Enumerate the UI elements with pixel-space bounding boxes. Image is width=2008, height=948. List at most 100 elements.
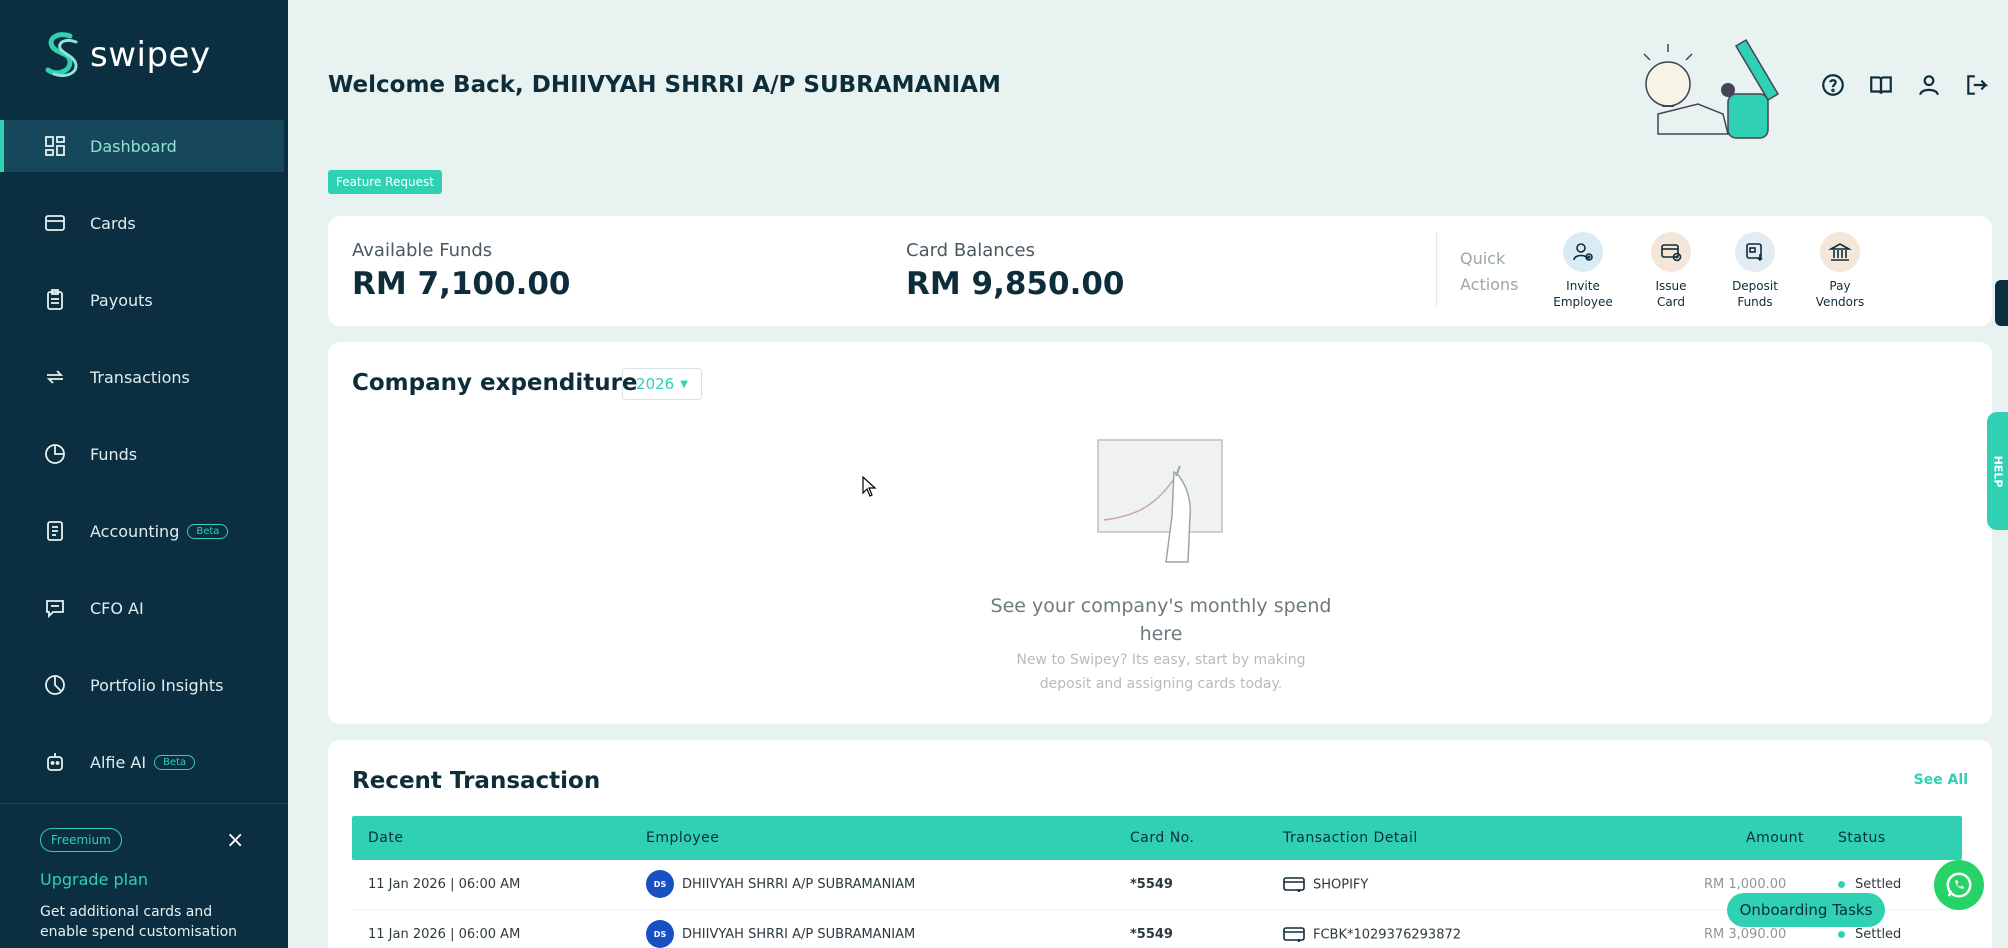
available-funds-label: Available Funds (352, 240, 493, 261)
employee-name: DHIIVYAH SHRRI A/P SUBRAMANIAM (682, 927, 916, 942)
transaction-detail: FCBK*1029376293872 (1283, 927, 1461, 943)
quick-actions-divider (1436, 232, 1437, 308)
table-row[interactable]: 11 Jan 2026 | 06:00 AM DS DHIIVYAH SHRRI… (352, 860, 1962, 910)
sidebar-item-cfo-ai[interactable]: CFO AI (0, 582, 288, 634)
plan-badge: Freemium (40, 828, 122, 852)
column-header-status[interactable]: Status (1838, 830, 1886, 846)
quick-action-label-line: Invite (1566, 279, 1600, 293)
table-header: Date Employee Card No. Transaction Detai… (352, 816, 1962, 860)
transaction-amount: RM 1,000.00 (1704, 877, 1787, 892)
onboarding-tasks-button[interactable]: Onboarding Tasks (1727, 893, 1885, 927)
empty-state-title: See your company's monthly spend here (990, 595, 1332, 645)
help-icon[interactable] (1820, 72, 1846, 98)
close-upgrade-button[interactable]: × (226, 828, 244, 853)
status-text: Settled (1855, 877, 1902, 892)
pie-icon (42, 672, 68, 698)
year-select[interactable]: 2026 ▼ (622, 368, 702, 400)
sidebar-item-label: Funds (90, 444, 138, 464)
header-actions (1820, 72, 1990, 98)
sidebar-item-label: Payouts (90, 290, 153, 310)
sidebar-item-payouts[interactable]: Payouts (0, 274, 288, 326)
year-value: 2026 (636, 375, 675, 393)
avatar: DS (646, 870, 674, 898)
table-row[interactable]: 11 Jan 2026 | 06:00 AM DS DHIIVYAH SHRRI… (352, 910, 1962, 948)
deposit-funds-button[interactable]: Deposit Funds (1710, 232, 1800, 310)
column-header-detail[interactable]: Transaction Detail (1283, 830, 1418, 846)
sidebar-item-label: CFO AI (90, 598, 144, 618)
transaction-date: 11 Jan 2026 | 06:00 AM (368, 877, 521, 892)
card-number: *5549 (1130, 877, 1173, 892)
sidebar-item-alfie-ai[interactable]: Alfie AI Beta (0, 736, 288, 788)
chat-icon (42, 595, 68, 621)
chevron-down-icon: ▼ (680, 378, 688, 390)
quick-action-label-line: Card (1656, 295, 1686, 309)
robot-icon (42, 749, 68, 775)
book-icon[interactable] (1868, 72, 1894, 98)
transaction-date: 11 Jan 2026 | 06:00 AM (368, 927, 521, 942)
sidebar-item-label: Alfie AI (90, 752, 147, 772)
status-badge: Settled (1838, 927, 1901, 942)
sidebar: swipey Dashboard Cards Payouts Transacti… (0, 0, 288, 948)
card-balances-label: Card Balances (906, 240, 1035, 261)
column-header-amount[interactable]: Amount (1746, 830, 1804, 846)
quick-actions-label-line: Actions (1460, 275, 1519, 294)
transaction-detail: SHOPIFY (1283, 877, 1368, 893)
sidebar-item-transactions[interactable]: Transactions (0, 351, 288, 403)
help-tab[interactable]: HELP (1987, 412, 2008, 530)
upgrade-plan-link[interactable]: Upgrade plan (40, 870, 148, 889)
clipboard-icon (42, 287, 68, 313)
pay-vendors-icon (1820, 232, 1860, 272)
ledger-icon (42, 518, 68, 544)
transaction-amount: RM 3,090.00 (1704, 927, 1787, 942)
sidebar-item-label: Accounting (90, 521, 180, 541)
invite-employee-button[interactable]: Invite Employee (1538, 232, 1628, 310)
logout-icon[interactable] (1964, 72, 1990, 98)
sidebar-item-funds[interactable]: Funds (0, 428, 288, 480)
pie-icon (42, 441, 68, 467)
deposit-funds-icon (1735, 232, 1775, 272)
side-panel-tab[interactable] (1995, 280, 2008, 326)
column-header-date[interactable]: Date (368, 830, 403, 846)
column-header-employee[interactable]: Employee (646, 830, 719, 846)
swipey-logo[interactable]: swipey (40, 30, 211, 80)
expenditure-title: Company expenditure (352, 370, 638, 396)
upgrade-description: Get additional cards and enable spend cu… (40, 904, 238, 940)
quick-actions-label-line: Quick (1460, 249, 1506, 268)
column-header-card[interactable]: Card No. (1130, 830, 1194, 846)
quick-action-label: Invite Employee (1538, 278, 1628, 310)
empty-chart-illustration (1097, 439, 1223, 563)
empty-state-subtitle: New to Swipey? Its easy, start by making… (1016, 652, 1306, 692)
quick-action-label: Issue Card (1626, 278, 1716, 310)
exchange-icon (42, 364, 68, 390)
page-title: Welcome Back, DHIIVYAH SHRRI A/P SUBRAMA… (328, 72, 1001, 98)
transactions-title: Recent Transaction (352, 768, 601, 794)
user-icon[interactable] (1916, 72, 1942, 98)
feature-request-button[interactable]: Feature Request (328, 170, 442, 194)
sidebar-item-portfolio-insights[interactable]: Portfolio Insights (0, 659, 288, 711)
card-icon (42, 210, 68, 236)
quick-action-label-line: Vendors (1815, 295, 1865, 309)
sidebar-item-label: Dashboard (90, 136, 177, 156)
sidebar-item-accounting[interactable]: Accounting Beta (0, 505, 288, 557)
transaction-detail-text: FCBK*1029376293872 (1313, 927, 1462, 943)
card-icon (1283, 877, 1305, 893)
quick-action-label-line: Deposit (1732, 279, 1778, 293)
quick-action-label: Deposit Funds (1710, 278, 1800, 310)
card-icon (1283, 927, 1305, 943)
issue-card-button[interactable]: Issue Card (1626, 232, 1716, 310)
funds-summary-card: Available Funds RM 7,100.00 Card Balance… (328, 216, 1992, 326)
quick-action-label: Pay Vendors (1795, 278, 1885, 310)
see-all-link[interactable]: See All (1914, 772, 1968, 788)
issue-card-icon (1651, 232, 1691, 272)
sidebar-item-cards[interactable]: Cards (0, 197, 288, 249)
transaction-detail-text: SHOPIFY (1313, 877, 1369, 893)
sidebar-item-dashboard[interactable]: Dashboard (0, 120, 284, 172)
invite-employee-icon (1563, 232, 1603, 272)
whatsapp-chat-button[interactable] (1934, 860, 1984, 910)
sidebar-divider (0, 803, 288, 804)
sidebar-item-label: Cards (90, 213, 136, 233)
beta-badge: Beta (154, 754, 196, 770)
beta-badge: Beta (187, 523, 229, 539)
pay-vendors-button[interactable]: Pay Vendors (1795, 232, 1885, 310)
help-tab-label: HELP (1991, 455, 2005, 487)
